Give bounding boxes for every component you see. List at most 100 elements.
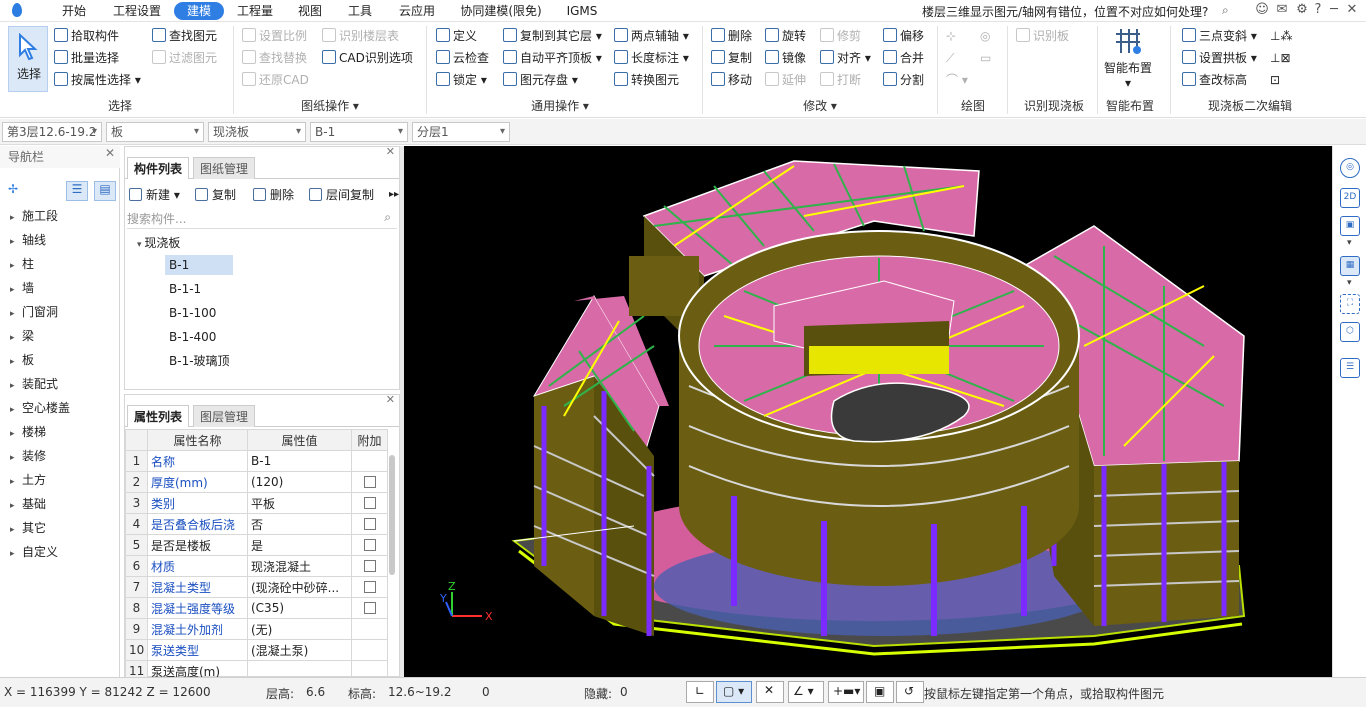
batch-select-button[interactable]: 批量选择 <box>54 48 119 68</box>
component-search-input[interactable]: 搜索构件... <box>127 209 397 229</box>
tree-item[interactable]: B-1-玻璃顶 <box>165 351 234 371</box>
nav-item[interactable]: ▸ 墙 <box>10 278 34 298</box>
search-icon[interactable]: ⌕ <box>384 210 391 225</box>
property-extra[interactable] <box>351 639 388 661</box>
set-scale-button[interactable]: 设置比例 <box>242 26 307 46</box>
checkbox[interactable] <box>363 560 376 572</box>
property-value[interactable]: 是 <box>247 534 352 556</box>
filter-element-button[interactable]: 过滤图元 <box>152 48 217 68</box>
recognize-slab-button[interactable]: 识别板 <box>1016 26 1069 46</box>
cad-recognize-options-button[interactable]: CAD识别选项 <box>322 48 413 68</box>
property-extra[interactable] <box>351 450 388 472</box>
property-panel-icon[interactable]: ☰ <box>1340 358 1360 378</box>
nav-item[interactable]: ▸ 门窗洞 <box>10 302 58 322</box>
tab-start[interactable]: 开始 <box>56 2 92 20</box>
tree-root[interactable]: ▾ 现浇板 <box>137 233 180 253</box>
property-value[interactable]: 平板 <box>247 492 352 514</box>
snap-button[interactable]: +▬▾ <box>828 681 864 703</box>
pick-component-button[interactable]: 拾取构件 <box>54 26 119 46</box>
nav-item[interactable]: ▸ 装配式 <box>10 374 58 394</box>
length-dimension-button[interactable]: 长度标注 ▾ <box>614 48 689 68</box>
checkbox[interactable] <box>363 539 376 551</box>
find-element-button[interactable]: 查找图元 <box>152 26 217 46</box>
tree-item[interactable]: B-1-400 <box>165 327 220 347</box>
checkbox[interactable] <box>363 602 376 614</box>
nav-item[interactable]: ▸ 其它 <box>10 518 46 538</box>
minimize-icon[interactable]: ─ <box>1326 2 1342 18</box>
restore-cad-button[interactable]: 还原CAD <box>242 70 309 90</box>
checkbox[interactable] <box>363 497 376 509</box>
subtype-select[interactable]: 现浇板 <box>208 122 306 142</box>
tab-component-list[interactable]: 构件列表 <box>127 157 190 179</box>
user-icon[interactable]: ☺ <box>1254 2 1270 18</box>
move-button[interactable]: 移动 <box>711 70 752 90</box>
modify-elevation-button[interactable]: 查改标高 <box>1182 70 1247 90</box>
draw-arc-icon[interactable]: ⌒ ▾ <box>946 70 970 90</box>
property-extra[interactable] <box>351 534 388 556</box>
auto-align-top-button[interactable]: 自动平齐顶板 ▾ <box>503 48 602 68</box>
convert-element-button[interactable]: 转换图元 <box>614 70 679 90</box>
help-icon[interactable]: ? <box>1312 2 1324 18</box>
property-value[interactable]: (现浇砼中砂碎... <box>247 576 352 598</box>
delete-component-button[interactable]: 删除 <box>253 185 294 205</box>
property-extra[interactable] <box>351 576 388 598</box>
tab-layer-management[interactable]: 图层管理 <box>193 405 256 427</box>
nav-item[interactable]: ▸ 基础 <box>10 494 46 514</box>
message-icon[interactable]: ✉ <box>1274 2 1290 18</box>
property-value[interactable]: (混凝土泵) <box>247 639 352 661</box>
nav-item[interactable]: ▸ 轴线 <box>10 230 46 250</box>
nav-item[interactable]: ▸ 施工段 <box>10 206 58 226</box>
property-row[interactable]: 7 混凝土类型 (现浇砼中砂碎... <box>125 576 388 598</box>
draw-rect-icon[interactable]: ▭ <box>980 48 994 68</box>
rect-select-button[interactable]: ▢ ▾ <box>716 681 752 703</box>
property-extra[interactable] <box>351 513 388 535</box>
cube-view-icon[interactable]: ▦ <box>1340 256 1360 276</box>
property-extra[interactable] <box>351 618 388 640</box>
property-value[interactable]: (120) <box>247 471 352 493</box>
cloud-check-button[interactable]: 云检查 <box>436 48 489 68</box>
tab-project-settings[interactable]: 工程设置 <box>108 2 166 20</box>
tab-collab[interactable]: 协同建模(限免) <box>456 2 546 20</box>
property-extra[interactable] <box>351 471 388 493</box>
copy-button[interactable]: 复制 <box>711 48 752 68</box>
tab-cloud[interactable]: 云应用 <box>392 2 442 20</box>
property-row[interactable]: 1 名称 B-1 <box>125 450 388 472</box>
nav-item[interactable]: ▸ 柱 <box>10 254 34 274</box>
extend-button[interactable]: 延伸 <box>765 70 806 90</box>
tab-view[interactable]: 视图 <box>292 2 328 20</box>
nav-item[interactable]: ▸ 板 <box>10 350 34 370</box>
floor-copy-button[interactable]: 层间复制 <box>309 185 374 205</box>
tree-item[interactable]: B-1-1 <box>165 279 205 299</box>
property-row[interactable]: 3 类别 平板 <box>125 492 388 514</box>
settings-icon[interactable]: ⚙ <box>1294 2 1310 18</box>
property-scrollbar[interactable] <box>389 455 395 575</box>
nav-item[interactable]: ▸ 空心楼盖 <box>10 398 70 418</box>
trim-button[interactable]: 修剪 <box>820 26 861 46</box>
slab-tool-1-icon[interactable]: ⊥⁂ <box>1270 26 1310 46</box>
close-icon[interactable]: ✕ <box>1344 2 1360 18</box>
nav-item[interactable]: ▸ 梁 <box>10 326 34 346</box>
cross-select-button[interactable]: ✕ <box>756 681 784 703</box>
property-extra[interactable] <box>351 555 388 577</box>
draw-point-icon[interactable]: ⊹ <box>946 26 960 46</box>
property-value[interactable]: 现浇混凝土 <box>247 555 352 577</box>
define-button[interactable]: 定义 <box>436 26 477 46</box>
align-button[interactable]: 对齐 ▾ <box>820 48 871 68</box>
draw-line-icon[interactable]: ⟋ <box>946 48 960 68</box>
property-extra[interactable] <box>351 492 388 514</box>
nav-item[interactable]: ▸ 装修 <box>10 446 46 466</box>
find-replace-button[interactable]: 查找替换 <box>242 48 307 68</box>
layer-select[interactable]: 分层1 <box>412 122 510 142</box>
angle-button[interactable]: ∠ ▾ <box>788 681 824 703</box>
checkbox[interactable] <box>363 476 376 488</box>
3d-viewport[interactable]: X Z Y <box>404 146 1332 677</box>
type-select[interactable]: 板 <box>106 122 204 142</box>
detail-view-icon[interactable]: ▤ <box>94 181 116 201</box>
smart-layout-button[interactable]: 智能布置 ▾ <box>1100 26 1156 90</box>
property-row[interactable]: 4 是否叠合板后浇否 <box>125 513 388 535</box>
orbit-icon[interactable]: ◎ <box>1340 158 1360 178</box>
ortho-button[interactable]: ∟ <box>686 681 714 703</box>
set-arch-slab-button[interactable]: 设置拱板 ▾ <box>1182 48 1257 68</box>
property-value[interactable]: (无) <box>247 618 352 640</box>
arc-button[interactable]: ↺ <box>896 681 924 703</box>
